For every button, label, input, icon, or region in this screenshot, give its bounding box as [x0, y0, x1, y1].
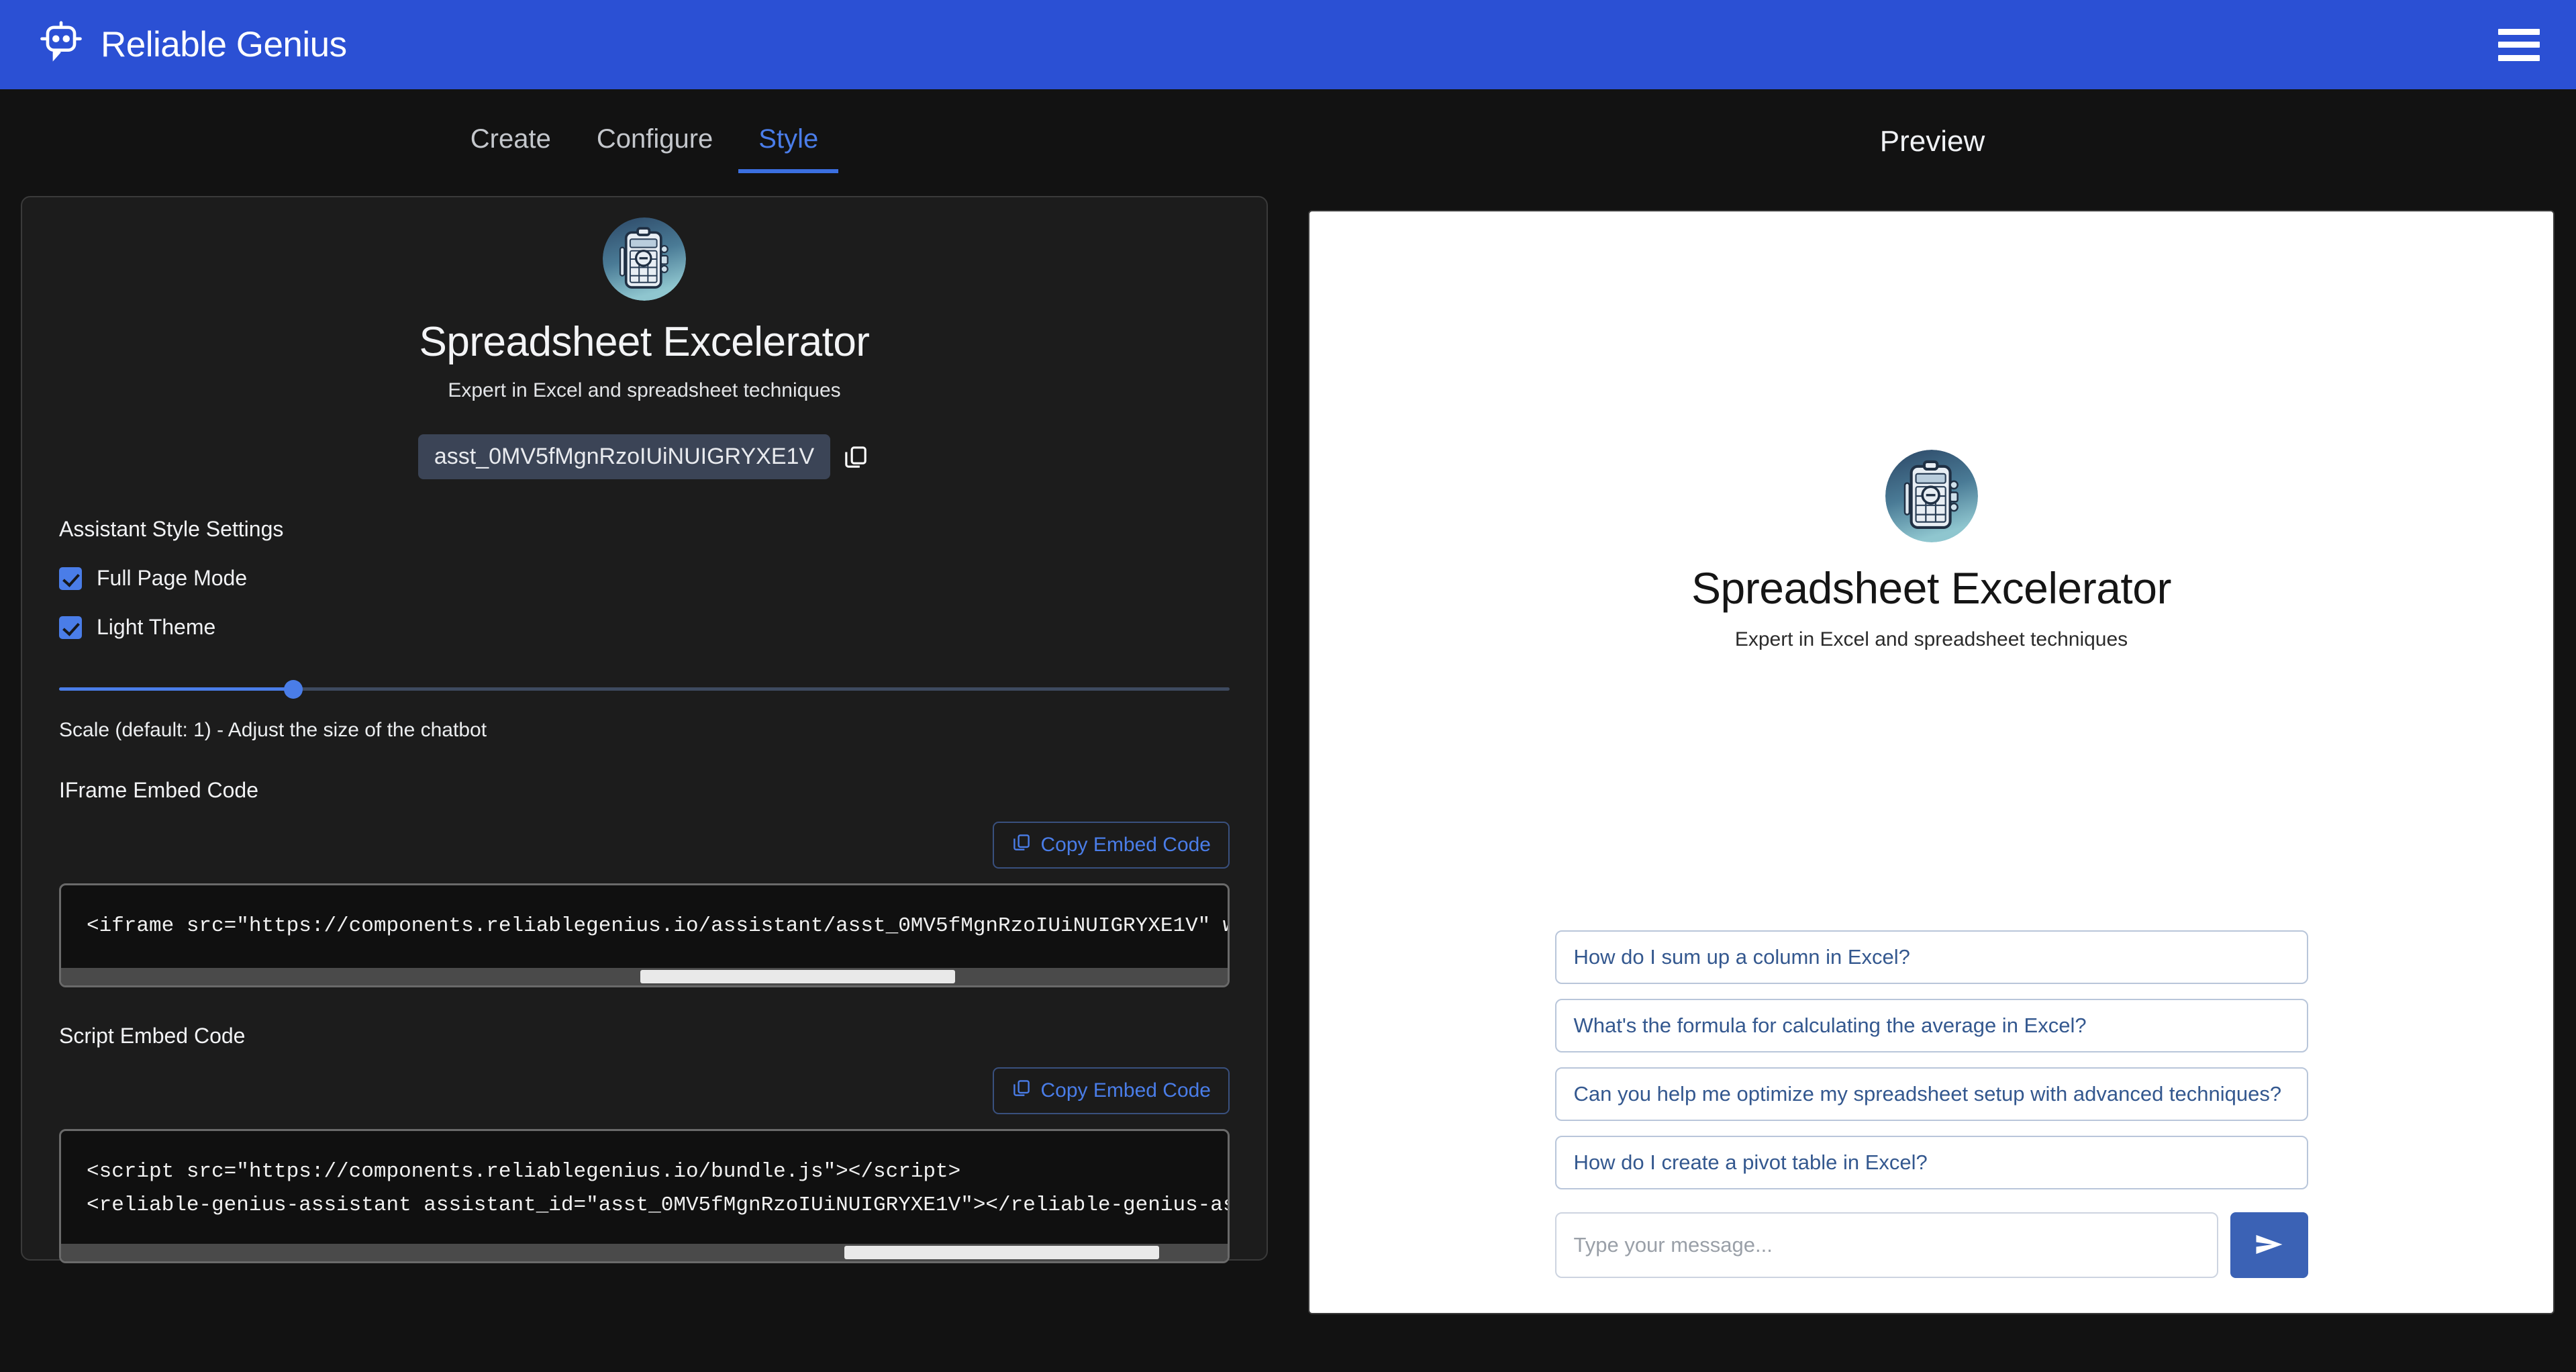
tab-create[interactable]: Create [450, 109, 571, 173]
send-arrow-icon [2252, 1227, 2287, 1264]
scale-slider-caption: Scale (default: 1) - Adjust the size of … [59, 719, 487, 741]
script-code-scrollbar-thumb[interactable] [844, 1246, 1160, 1259]
tab-bar: Create Configure Style [0, 89, 1289, 193]
script-code-scrollbar[interactable] [61, 1244, 1228, 1261]
message-composer [1554, 1212, 2308, 1278]
setting-light-theme[interactable]: Light Theme [59, 615, 1230, 640]
scale-slider[interactable] [59, 676, 1230, 703]
copy-script-embed-button[interactable]: Copy Embed Code [992, 1067, 1230, 1114]
copy-icon [1011, 1078, 1032, 1104]
scale-slider-thumb[interactable] [283, 680, 303, 699]
assistant-description: Expert in Excel and spreadsheet techniqu… [448, 379, 841, 401]
script-embed-code-box[interactable]: <script src="https://components.reliable… [59, 1129, 1230, 1263]
style-settings-card: Spreadsheet Excelerator Expert in Excel … [21, 196, 1268, 1263]
light-theme-checkbox[interactable] [59, 616, 82, 639]
spreadsheet-clipboard-avatar [603, 217, 686, 301]
setting-full-page-mode[interactable]: Full Page Mode [59, 566, 1230, 591]
preview-assistant-description: Expert in Excel and spreadsheet techniqu… [1734, 628, 2128, 650]
brand[interactable]: Reliable Genius [36, 20, 347, 70]
copy-icon[interactable] [841, 442, 871, 472]
light-theme-label: Light Theme [97, 615, 216, 639]
tab-style[interactable]: Style [738, 109, 839, 173]
iframe-embed-heading: IFrame Embed Code [59, 778, 259, 802]
script-embed-heading: Script Embed Code [59, 1024, 246, 1048]
iframe-embed-code-box[interactable]: <iframe src="https://components.reliable… [59, 883, 1230, 987]
hamburger-menu-icon[interactable] [2498, 28, 2540, 61]
copy-iframe-embed-button[interactable]: Copy Embed Code [992, 822, 1230, 869]
full-page-mode-label: Full Page Mode [97, 566, 248, 590]
suggestion-list: How do I sum up a column in Excel? What'… [1554, 930, 2308, 1189]
preview-panel-title: Preview [1879, 124, 1985, 158]
brand-name: Reliable Genius [101, 25, 347, 64]
copy-icon [1011, 832, 1032, 858]
assistant-header: Spreadsheet Excelerator Expert in Excel … [59, 217, 1230, 402]
full-page-mode-checkbox[interactable] [59, 567, 82, 590]
scale-slider-fill [59, 687, 293, 691]
copy-iframe-embed-label: Copy Embed Code [1040, 834, 1211, 856]
tab-configure[interactable]: Configure [577, 109, 733, 173]
script-copy-row: Copy Embed Code [59, 1067, 1230, 1114]
preview-assistant-name: Spreadsheet Excelerator [1691, 563, 2171, 613]
send-button[interactable] [2230, 1212, 2308, 1278]
message-input[interactable] [1554, 1212, 2218, 1278]
list-item[interactable]: How do I create a pivot table in Excel? [1554, 1136, 2308, 1189]
list-item[interactable]: How do I sum up a column in Excel? [1554, 930, 2308, 984]
copy-script-embed-label: Copy Embed Code [1040, 1079, 1211, 1101]
iframe-code-scrollbar[interactable] [61, 968, 1228, 985]
settings-heading: Assistant Style Settings [59, 517, 284, 541]
chatbot-logo-icon [36, 20, 86, 70]
assistant-id-badge[interactable]: asst_0MV5fMgnRzoIUiNUIGRYXE1V [417, 434, 831, 479]
iframe-embed-code: <iframe src="https://components.reliable… [87, 914, 1230, 938]
iframe-copy-row: Copy Embed Code [59, 822, 1230, 869]
list-item[interactable]: Can you help me optimize my spreadsheet … [1554, 1067, 2308, 1121]
assistant-preview-panel: Spreadsheet Excelerator Expert in Excel … [1308, 210, 2555, 1314]
top-bar: Reliable Genius [0, 0, 2576, 89]
spreadsheet-clipboard-avatar [1885, 450, 1978, 542]
script-embed-code: <script src="https://components.reliable… [87, 1160, 1230, 1217]
assistant-id-row: asst_0MV5fMgnRzoIUiNUIGRYXE1V [59, 434, 1230, 479]
iframe-code-scrollbar-thumb[interactable] [640, 970, 955, 983]
assistant-name: Spreadsheet Excelerator [419, 319, 870, 365]
list-item[interactable]: What's the formula for calculating the a… [1554, 999, 2308, 1052]
